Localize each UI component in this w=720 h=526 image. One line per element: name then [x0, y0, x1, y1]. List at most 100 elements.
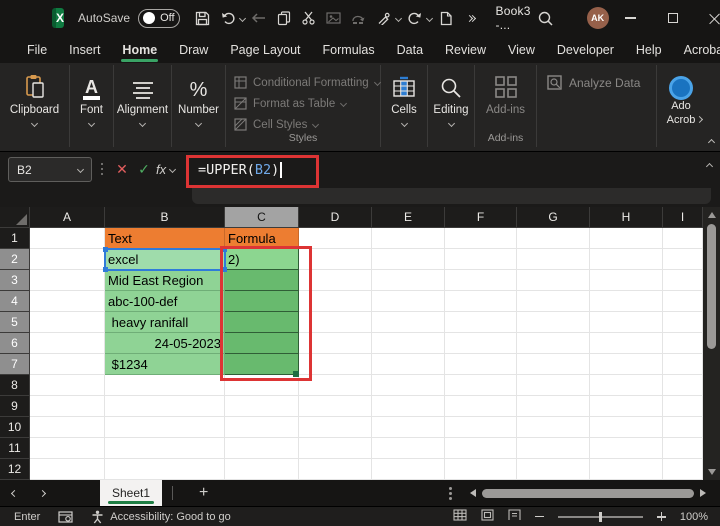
cell-H7[interactable] — [590, 354, 663, 375]
cell-C11[interactable] — [225, 438, 299, 459]
cell-G9[interactable] — [517, 396, 590, 417]
cell-B10[interactable] — [105, 417, 225, 438]
cell-A2[interactable] — [30, 249, 105, 270]
cell-D9[interactable] — [299, 396, 372, 417]
col-header-H[interactable]: H — [590, 207, 663, 228]
cell-F10[interactable] — [445, 417, 517, 438]
cell-E2[interactable] — [372, 249, 445, 270]
tab-data[interactable]: Data — [386, 39, 434, 61]
cell-C9[interactable] — [225, 396, 299, 417]
cell-F2[interactable] — [445, 249, 517, 270]
cell-C1[interactable]: Formula — [225, 228, 299, 249]
excel-logo-icon[interactable]: X — [52, 8, 65, 28]
row-header-5[interactable]: 5 — [0, 312, 30, 333]
row-header-12[interactable]: 12 — [0, 459, 30, 480]
cell-F3[interactable] — [445, 270, 517, 291]
copy-icon[interactable] — [273, 6, 295, 30]
addins-group[interactable]: Add-ins Add-ins — [475, 65, 537, 147]
cell-A8[interactable] — [30, 375, 105, 396]
cell-D7[interactable] — [299, 354, 372, 375]
cell-E8[interactable] — [372, 375, 445, 396]
cell-D8[interactable] — [299, 375, 372, 396]
cell-A7[interactable] — [30, 354, 105, 375]
cell-E5[interactable] — [372, 312, 445, 333]
cell-A1[interactable] — [30, 228, 105, 249]
cell-I3[interactable] — [663, 270, 703, 291]
cell-F11[interactable] — [445, 438, 517, 459]
cell-C7[interactable] — [225, 354, 299, 375]
cell-B3[interactable]: Mid East Region — [105, 270, 225, 291]
cell-A10[interactable] — [30, 417, 105, 438]
format-as-table-button[interactable]: Format as Table — [234, 93, 348, 114]
cell-H3[interactable] — [590, 270, 663, 291]
cut-icon[interactable] — [298, 6, 320, 30]
cell-H6[interactable] — [590, 333, 663, 354]
page-break-view-icon[interactable] — [508, 509, 521, 524]
macro-record-icon[interactable] — [58, 510, 73, 523]
row-header-11[interactable]: 11 — [0, 438, 30, 459]
cell-I2[interactable] — [663, 249, 703, 270]
cell-A4[interactable] — [30, 291, 105, 312]
cell-E12[interactable] — [372, 459, 445, 480]
cell-D5[interactable] — [299, 312, 372, 333]
enter-icon[interactable]: ✓ — [134, 157, 154, 182]
undo-icon[interactable] — [217, 6, 239, 30]
cell-B1[interactable]: Text — [105, 228, 225, 249]
cell-D6[interactable] — [299, 333, 372, 354]
cell-E11[interactable] — [372, 438, 445, 459]
cancel-icon[interactable]: ✕ — [112, 157, 132, 182]
cell-C12[interactable] — [225, 459, 299, 480]
analyze-data-button[interactable]: Analyze Data — [547, 75, 640, 91]
normal-view-icon[interactable] — [453, 509, 467, 524]
cell-I11[interactable] — [663, 438, 703, 459]
tab-help[interactable]: Help — [625, 39, 673, 61]
scroll-down-icon[interactable] — [707, 469, 716, 475]
cell-I6[interactable] — [663, 333, 703, 354]
cell-I7[interactable] — [663, 354, 703, 375]
cell-I8[interactable] — [663, 375, 703, 396]
tab-insert[interactable]: Insert — [58, 39, 111, 61]
cell-F7[interactable] — [445, 354, 517, 375]
cell-A3[interactable] — [30, 270, 105, 291]
cell-B4[interactable]: abc-100-def — [105, 291, 225, 312]
cell-G7[interactable] — [517, 354, 590, 375]
row-header-2[interactable]: 2 — [0, 249, 30, 270]
fill-handle[interactable] — [293, 371, 299, 377]
cell-G8[interactable] — [517, 375, 590, 396]
col-header-B[interactable]: B — [105, 207, 225, 228]
sheet-tab-sheet1[interactable]: Sheet1 — [100, 480, 163, 506]
sheet-bar-handle[interactable] — [449, 491, 452, 495]
cell-F1[interactable] — [445, 228, 517, 249]
cell-G4[interactable] — [517, 291, 590, 312]
hscroll-left-icon[interactable] — [470, 489, 476, 497]
cell-G1[interactable] — [517, 228, 590, 249]
cell-G2[interactable] — [517, 249, 590, 270]
cells-group[interactable]: Cells — [381, 65, 428, 147]
row-header-6[interactable]: 6 — [0, 333, 30, 354]
cell-D1[interactable] — [299, 228, 372, 249]
cell-D3[interactable] — [299, 270, 372, 291]
cell-H8[interactable] — [590, 375, 663, 396]
cell-C3[interactable] — [225, 270, 299, 291]
cell-E4[interactable] — [372, 291, 445, 312]
adobe-acrobat-group[interactable]: Ado Acrob — [657, 65, 705, 147]
cell-D10[interactable] — [299, 417, 372, 438]
cell-H12[interactable] — [590, 459, 663, 480]
cell-B5[interactable]: heavy ranifall — [105, 312, 225, 333]
cell-E3[interactable] — [372, 270, 445, 291]
tab-home[interactable]: Home — [111, 39, 168, 62]
col-header-C[interactable]: C — [225, 207, 299, 228]
tab-page-layout[interactable]: Page Layout — [219, 39, 311, 61]
alignment-group[interactable]: Alignment — [114, 65, 172, 147]
tab-acrobat[interactable]: Acrobat — [673, 39, 720, 61]
more-commands-icon[interactable] — [460, 6, 482, 30]
row-header-7[interactable]: 7 — [0, 354, 30, 375]
sheet-nav-right-icon[interactable] — [28, 489, 56, 497]
tab-review[interactable]: Review — [434, 39, 497, 61]
redo-icon[interactable] — [404, 6, 426, 30]
cell-C6[interactable] — [225, 333, 299, 354]
cell-B6[interactable]: 24-05-2023 — [105, 333, 225, 354]
cell-C10[interactable] — [225, 417, 299, 438]
cell-C2[interactable]: 2) — [225, 249, 299, 270]
maximize-button[interactable] — [653, 0, 693, 36]
